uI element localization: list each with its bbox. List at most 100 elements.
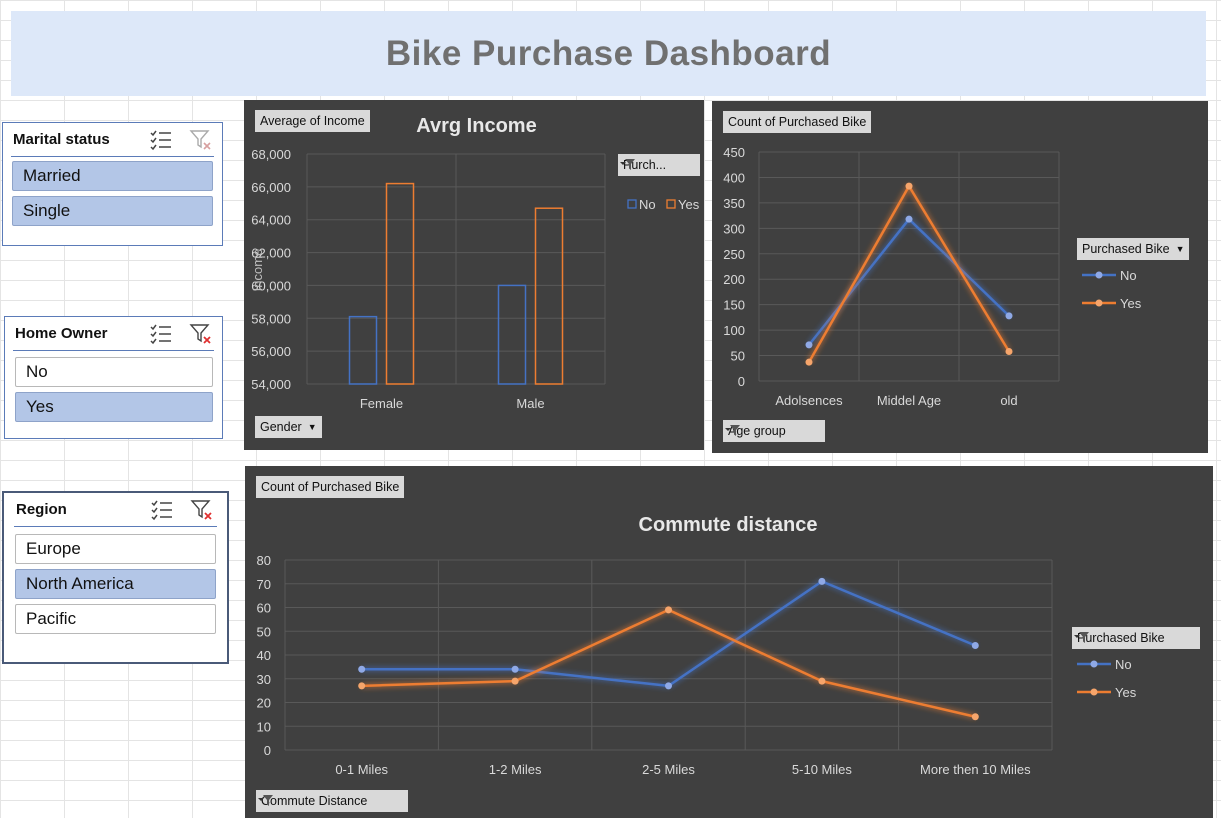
slicer-item-europe[interactable]: Europe bbox=[15, 534, 216, 564]
y-tick-label: 100 bbox=[723, 323, 745, 338]
y-tick-label: 30 bbox=[257, 672, 271, 687]
income-chart-panel: 54,000 56,000 58,000 60,000 62,000 64,000 66,0… bbox=[244, 100, 704, 450]
y-tick-label: 50 bbox=[731, 349, 745, 364]
data-point-yes bbox=[818, 677, 826, 685]
legend-marker bbox=[1095, 299, 1103, 307]
bar-yes bbox=[534, 207, 564, 385]
y-axis-label: Income bbox=[250, 249, 265, 292]
y-tick-label: 0 bbox=[264, 743, 271, 758]
series-line-no bbox=[361, 580, 976, 688]
data-point-yes bbox=[805, 358, 813, 366]
y-tick-label: 60 bbox=[257, 601, 271, 616]
slicer-header: Region bbox=[14, 493, 217, 527]
slicer-item-yes[interactable]: Yes bbox=[15, 392, 213, 422]
y-tick-label: 300 bbox=[723, 221, 745, 236]
data-point-yes bbox=[511, 677, 519, 685]
slicer-item-pacific[interactable]: Pacific bbox=[15, 604, 216, 634]
bar-no bbox=[348, 315, 378, 385]
slicer-item-single[interactable]: Single bbox=[12, 196, 213, 226]
y-tick-label: 150 bbox=[723, 298, 745, 313]
multi-select-icon[interactable] bbox=[150, 499, 174, 521]
data-point-yes bbox=[665, 606, 672, 614]
multi-select-icon[interactable] bbox=[149, 323, 173, 345]
y-tick-label: 68,000 bbox=[251, 147, 291, 162]
x-tick-label: 5-10 Miles bbox=[792, 762, 852, 777]
y-tick-label: 400 bbox=[723, 170, 745, 185]
slicer-title: Marital status bbox=[13, 131, 110, 148]
legend-label: No bbox=[1115, 657, 1132, 672]
y-tick-label: 54,000 bbox=[251, 377, 291, 392]
series-line-yes bbox=[361, 608, 976, 718]
data-point-yes bbox=[971, 713, 979, 721]
legend-field-label: Purchased Bike bbox=[1082, 242, 1170, 256]
data-point-no bbox=[971, 642, 979, 649]
data-point-no bbox=[358, 665, 366, 673]
slicer-item-north-america[interactable]: North America bbox=[15, 569, 216, 599]
data-point-yes bbox=[905, 182, 913, 190]
x-tick-label: More then 10 Miles bbox=[920, 762, 1031, 777]
legend-swatch bbox=[627, 199, 637, 209]
value-field-button[interactable]: Count of Purchased Bike bbox=[723, 111, 872, 133]
value-field-button[interactable]: Count of Purchased Bike bbox=[256, 476, 405, 498]
slicer-item-no[interactable]: No bbox=[15, 357, 213, 387]
axis-field-label: Gender bbox=[260, 420, 302, 434]
legend-label: Yes bbox=[1120, 296, 1142, 311]
data-point-yes bbox=[1005, 347, 1013, 355]
y-tick-label: 350 bbox=[723, 196, 745, 211]
slicer-title: Region bbox=[16, 501, 67, 518]
bar-no bbox=[497, 284, 527, 385]
value-field-button[interactable]: Average of Income bbox=[255, 110, 370, 132]
y-tick-label: 250 bbox=[723, 247, 745, 262]
data-point-no bbox=[818, 577, 826, 585]
clear-filter-icon[interactable] bbox=[190, 498, 214, 522]
legend-field-button[interactable]: Purchased Bike bbox=[1072, 627, 1200, 649]
x-tick-label: Male bbox=[516, 396, 544, 411]
age-chart-panel: 0 50 100 150 200 250 300 350 400 450 Adolsences Mid… bbox=[712, 101, 1208, 453]
legend-marker bbox=[1090, 688, 1098, 696]
clear-filter-icon[interactable] bbox=[189, 128, 213, 152]
bar-yes bbox=[385, 182, 415, 385]
legend-swatch bbox=[666, 199, 676, 209]
axis-field-button[interactable]: Age group bbox=[723, 420, 825, 442]
y-tick-label: 0 bbox=[738, 374, 745, 389]
age-chart: 0 50 100 150 200 250 300 350 400 450 Adolsences Mid… bbox=[723, 145, 1142, 408]
series-line-yes bbox=[807, 184, 1011, 363]
x-tick-label: 2-5 Miles bbox=[642, 762, 695, 777]
y-tick-label: 56,000 bbox=[251, 344, 291, 359]
data-point-no bbox=[1005, 312, 1013, 320]
dashboard-title-bar: Bike Purchase Dashboard bbox=[11, 11, 1206, 96]
y-tick-label: 40 bbox=[257, 648, 271, 663]
legend-label: No bbox=[1120, 268, 1137, 283]
slicer-item-married[interactable]: Married bbox=[12, 161, 213, 191]
data-point-no bbox=[905, 215, 913, 223]
dropdown-arrow-icon: ▼ bbox=[1175, 244, 1185, 254]
multi-select-icon[interactable] bbox=[149, 129, 173, 151]
slicer-home-owner: Home Owner No Yes bbox=[4, 316, 223, 439]
filter-icon bbox=[258, 795, 273, 806]
legend-label: No bbox=[639, 197, 656, 212]
dashboard-title: Bike Purchase Dashboard bbox=[385, 33, 832, 73]
data-point-yes bbox=[358, 682, 366, 690]
series-line-no bbox=[808, 217, 1010, 346]
y-tick-label: 10 bbox=[257, 719, 271, 734]
axis-field-button[interactable]: Gender ▼ bbox=[255, 416, 322, 438]
x-tick-label: Middel Age bbox=[877, 393, 941, 408]
commute-chart-panel: 0 10 20 30 40 50 60 70 80 0-1 Miles 1-2 Miles 2-5 M… bbox=[245, 466, 1213, 818]
clear-filter-icon[interactable] bbox=[189, 322, 213, 346]
y-tick-label: 50 bbox=[257, 624, 271, 639]
income-chart: 54,00056,00058,00060,00062,00064,00066,0… bbox=[250, 147, 700, 411]
legend-field-button[interactable]: Purchased Bike ▼ bbox=[1077, 238, 1190, 260]
legend-label: Yes bbox=[1115, 685, 1137, 700]
y-tick-label: 64,000 bbox=[251, 213, 291, 228]
slicer-header: Home Owner bbox=[13, 317, 214, 351]
axis-field-button[interactable]: Commute Distance bbox=[256, 790, 408, 812]
legend-field-button[interactable]: Purch... bbox=[618, 154, 700, 176]
y-tick-label: 450 bbox=[723, 145, 745, 160]
data-point-no bbox=[665, 682, 672, 690]
filter-icon bbox=[725, 425, 740, 436]
filter-icon bbox=[1074, 632, 1089, 643]
dropdown-arrow-icon: ▼ bbox=[307, 422, 317, 432]
slicer-marital-status: Marital status Married Single bbox=[2, 122, 223, 246]
data-point-no bbox=[805, 341, 813, 349]
y-tick-label: 66,000 bbox=[251, 180, 291, 195]
